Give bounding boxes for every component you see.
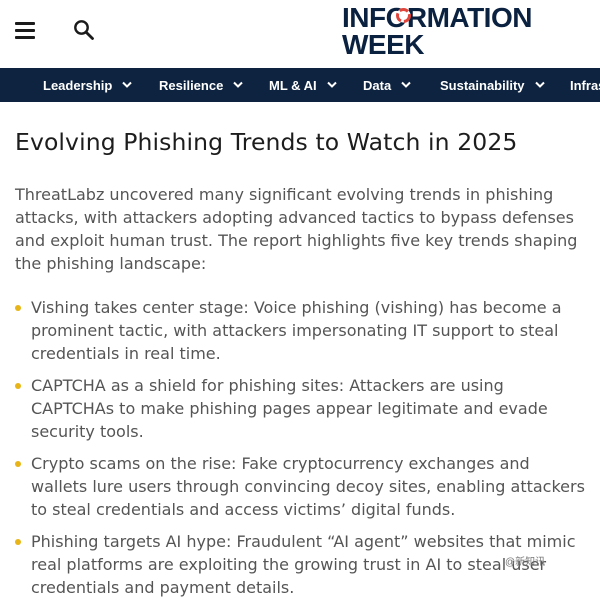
main-nav: Leadership Resilience ML & AI Data Susta… [0, 68, 600, 102]
nav-item-data[interactable]: Data [363, 68, 411, 102]
nav-label: Leadership [43, 77, 113, 93]
nav-label: Sustainability [440, 77, 525, 93]
chevron-down-icon [534, 81, 545, 88]
nav-label: Data [363, 77, 392, 93]
nav-item-resilience[interactable]: Resilience [159, 68, 244, 102]
bullet-dot-icon [15, 383, 21, 389]
menu-bar [15, 22, 35, 25]
search-icon[interactable] [73, 19, 95, 41]
logo-ring-icon [396, 8, 411, 23]
nav-label: ML & AI [269, 77, 317, 93]
chevron-down-icon [122, 81, 133, 88]
article-title: Evolving Phishing Trends to Watch in 202… [15, 128, 518, 156]
article-intro: ThreatLabz uncovered many significant ev… [15, 185, 578, 273]
nav-label: Resilience [159, 77, 224, 93]
site-logo[interactable]: INFORMATION WEEK [342, 2, 562, 62]
bullet-dot-icon [15, 539, 21, 545]
list-item-text: Crypto scams on the rise: Fake cryptocur… [31, 454, 585, 519]
watermark: @新知讯 [505, 557, 546, 568]
list-item-text: Phishing targets AI hype: Fraudulent “AI… [31, 532, 576, 597]
bullet-dot-icon [15, 305, 21, 311]
hamburger-menu-icon[interactable] [15, 22, 35, 39]
chevron-down-icon [326, 81, 337, 88]
list-item: CAPTCHA as a shield for phishing sites: … [15, 374, 590, 443]
menu-bar [15, 29, 35, 32]
chevron-down-icon [401, 81, 411, 88]
nav-item-leadership[interactable]: Leadership [43, 68, 133, 102]
chevron-down-icon [233, 81, 244, 88]
list-item-text: CAPTCHA as a shield for phishing sites: … [31, 376, 548, 441]
nav-item-sustainability[interactable]: Sustainability [440, 68, 545, 102]
nav-item-infrastructure[interactable]: Infras [570, 68, 600, 102]
bullet-dot-icon [15, 461, 21, 467]
list-item-text: Vishing takes center stage: Voice phishi… [31, 298, 562, 363]
site-header: INFORMATION WEEK [0, 0, 600, 68]
nav-label: Infras [570, 77, 600, 93]
list-item: Phishing targets AI hype: Fraudulent “AI… [15, 530, 590, 599]
nav-item-ml-ai[interactable]: ML & AI [269, 68, 337, 102]
trend-list: Vishing takes center stage: Voice phishi… [15, 296, 590, 608]
list-item: Crypto scams on the rise: Fake cryptocur… [15, 452, 590, 521]
menu-bar [15, 36, 35, 39]
list-item: Vishing takes center stage: Voice phishi… [15, 296, 590, 365]
logo-line-2: WEEK [342, 29, 425, 60]
